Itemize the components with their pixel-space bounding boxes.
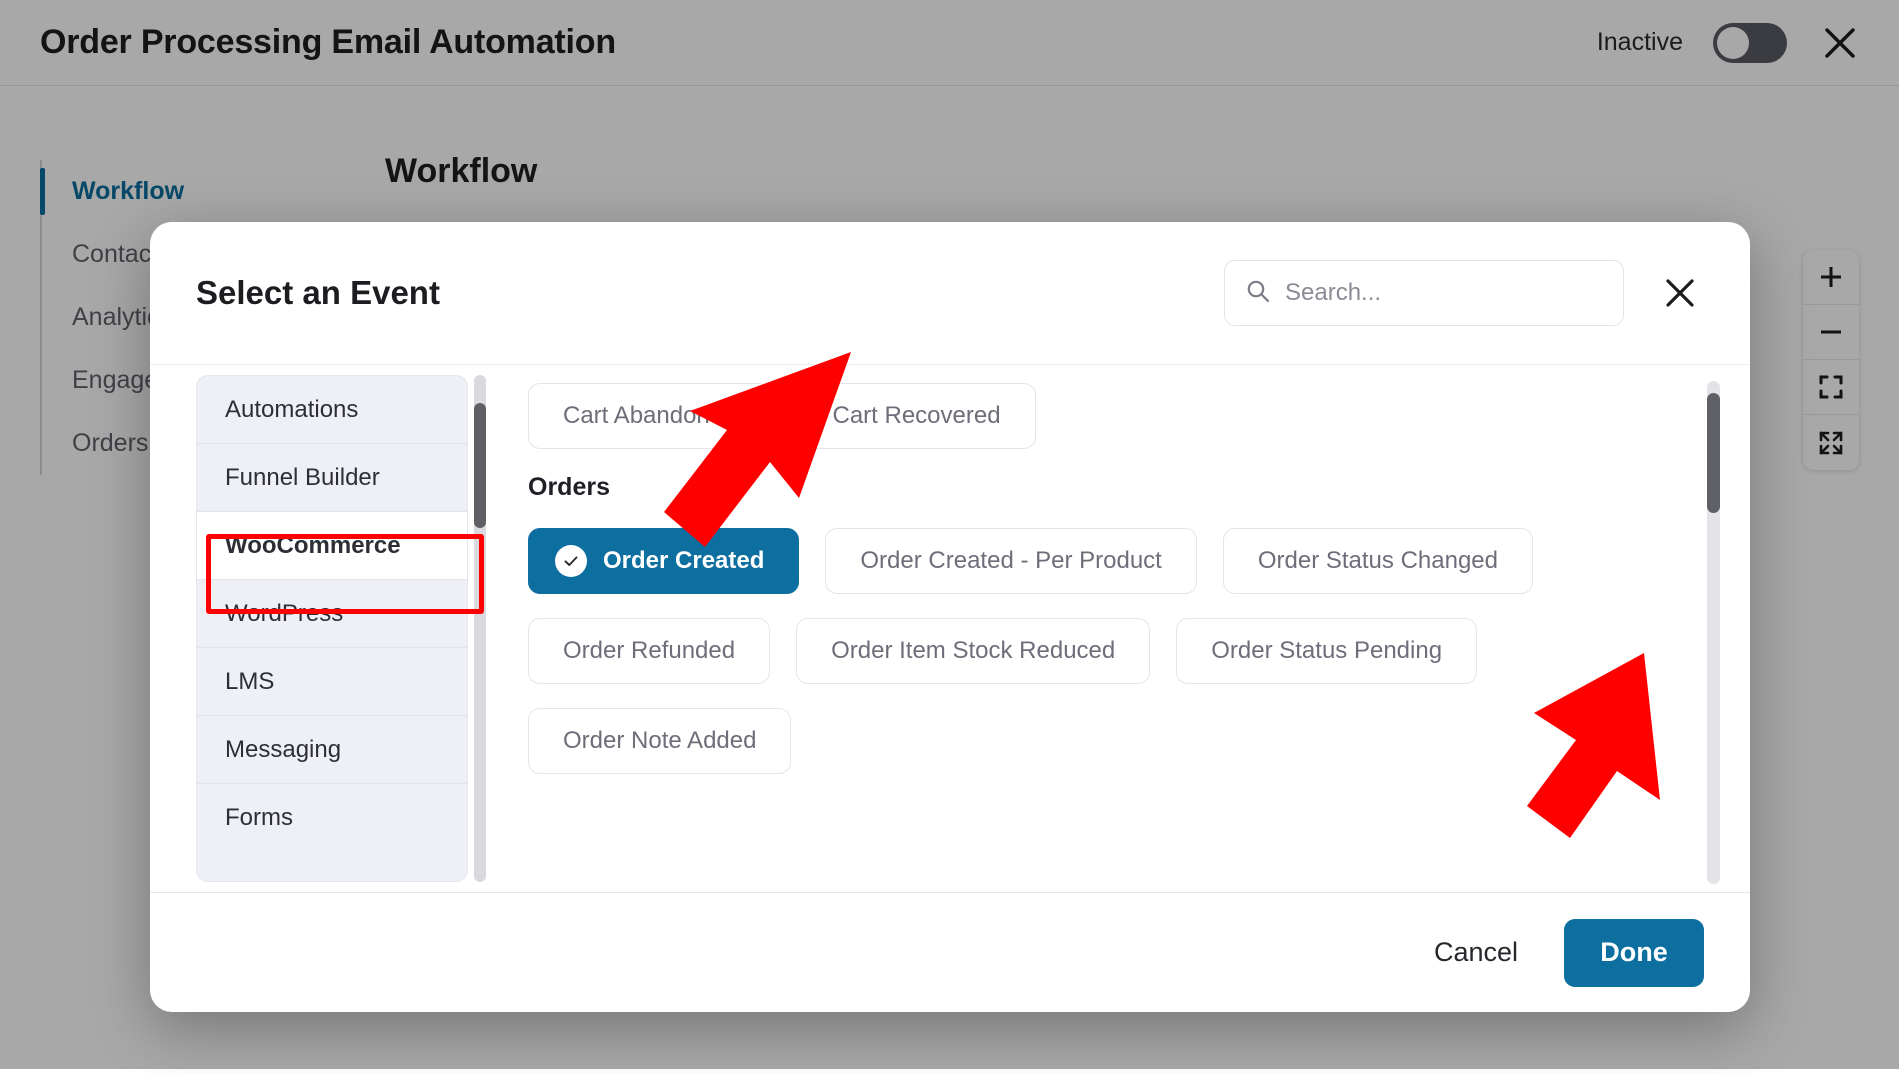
- event-chip-cart-recovered[interactable]: Cart Recovered: [797, 383, 1035, 449]
- event-chip-label: Cart Abandoned: [563, 402, 736, 430]
- event-chip-order-created-per-product[interactable]: Order Created - Per Product: [825, 528, 1196, 594]
- event-chip-order-created[interactable]: Order Created: [528, 528, 799, 594]
- category-label: Funnel Builder: [225, 464, 380, 492]
- event-row-carts: Cart Abandoned Cart Recovered: [528, 383, 1750, 449]
- category-label: Automations: [225, 396, 358, 424]
- search-input[interactable]: [1285, 279, 1603, 307]
- category-item-funnel-builder[interactable]: Funnel Builder: [197, 444, 467, 512]
- event-chip-order-refunded[interactable]: Order Refunded: [528, 618, 770, 684]
- event-chip-order-note-added[interactable]: Order Note Added: [528, 708, 791, 774]
- event-chip-label: Order Created: [603, 547, 764, 575]
- cancel-button[interactable]: Cancel: [1434, 937, 1518, 968]
- done-button[interactable]: Done: [1564, 919, 1704, 987]
- events-pane: Cart Abandoned Cart Recovered Orders Ord…: [486, 365, 1750, 892]
- dialog-title: Select an Event: [196, 274, 440, 312]
- event-chip-label: Order Status Changed: [1258, 547, 1498, 575]
- event-row-orders-1: Order Created Order Created - Per Produc…: [528, 528, 1750, 594]
- search-icon: [1245, 278, 1271, 309]
- category-item-forms[interactable]: Forms: [197, 784, 467, 852]
- event-chip-label: Cart Recovered: [832, 402, 1000, 430]
- event-chip-label: Order Item Stock Reduced: [831, 637, 1115, 665]
- event-row-orders-2: Order Refunded Order Item Stock Reduced …: [528, 618, 1750, 684]
- category-label: WordPress: [225, 600, 343, 628]
- category-item-lms[interactable]: LMS: [197, 648, 467, 716]
- dialog-close-icon[interactable]: [1658, 271, 1702, 315]
- dialog-footer: Cancel Done: [150, 892, 1750, 1012]
- check-icon: [555, 545, 587, 577]
- category-item-messaging[interactable]: Messaging: [197, 716, 467, 784]
- category-label: Forms: [225, 804, 293, 832]
- category-label: Messaging: [225, 736, 341, 764]
- dialog-body: Automations Funnel Builder WooCommerce W…: [150, 364, 1750, 892]
- category-scrollbar[interactable]: [474, 375, 486, 882]
- dialog-header: Select an Event: [150, 222, 1750, 364]
- event-chip-label: Order Refunded: [563, 637, 735, 665]
- category-item-automations[interactable]: Automations: [197, 376, 467, 444]
- category-list: Automations Funnel Builder WooCommerce W…: [196, 375, 468, 882]
- event-row-orders-3: Order Note Added: [528, 708, 1750, 774]
- category-label: LMS: [225, 668, 274, 696]
- category-item-woocommerce[interactable]: WooCommerce: [197, 512, 467, 580]
- event-chip-cart-abandoned[interactable]: Cart Abandoned: [528, 383, 771, 449]
- event-chip-label: Order Created - Per Product: [860, 547, 1161, 575]
- category-item-wordpress[interactable]: WordPress: [197, 580, 467, 648]
- category-label: WooCommerce: [225, 532, 401, 560]
- search-box[interactable]: [1224, 260, 1624, 326]
- category-scrollbar-thumb[interactable]: [474, 403, 486, 528]
- select-event-dialog: Select an Event Automations Fu: [150, 222, 1750, 1012]
- event-chip-label: Order Status Pending: [1211, 637, 1442, 665]
- event-chip-order-item-stock-reduced[interactable]: Order Item Stock Reduced: [796, 618, 1150, 684]
- events-scrollbar-thumb[interactable]: [1707, 393, 1720, 513]
- event-chip-label: Order Note Added: [563, 727, 756, 755]
- event-chip-order-status-changed[interactable]: Order Status Changed: [1223, 528, 1533, 594]
- event-group-title-orders: Orders: [528, 473, 1750, 502]
- events-scrollbar[interactable]: [1707, 381, 1720, 884]
- event-chip-order-status-pending[interactable]: Order Status Pending: [1176, 618, 1477, 684]
